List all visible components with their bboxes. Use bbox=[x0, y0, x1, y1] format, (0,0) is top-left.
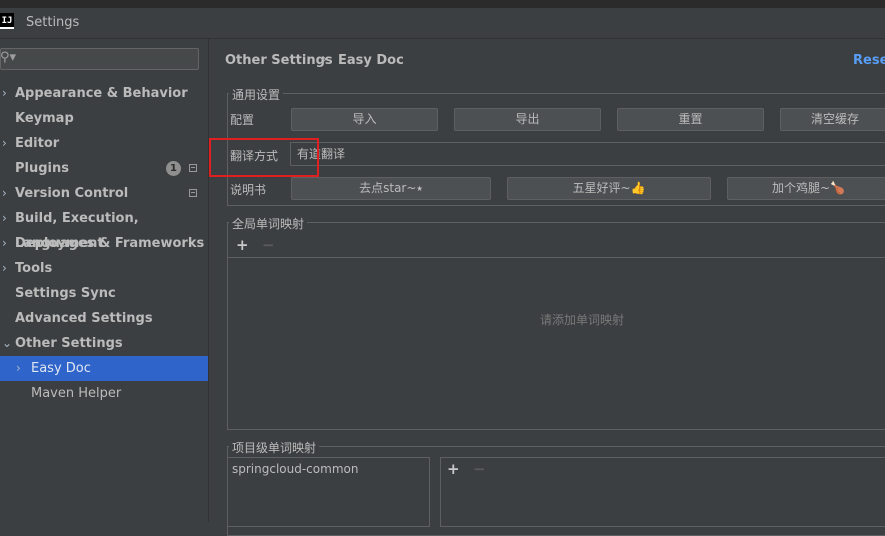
red-highlight-annotation bbox=[209, 138, 319, 177]
star-button[interactable]: 去点star~⭑ bbox=[291, 177, 491, 200]
list-item[interactable]: springcloud-common bbox=[232, 462, 358, 476]
title-bar bbox=[0, 8, 885, 39]
reset-config-button[interactable]: 重置 bbox=[617, 108, 764, 131]
sidebar-item-editor[interactable]: › Editor bbox=[0, 131, 208, 156]
remove-icon[interactable]: − bbox=[473, 462, 486, 477]
sidebar-item-label: Tools bbox=[15, 261, 53, 276]
sidebar-item-version-control[interactable]: › Version Control bbox=[0, 181, 208, 206]
manual-label: 说明书 bbox=[230, 183, 267, 197]
intellij-logo-icon: IJ bbox=[0, 13, 14, 29]
sidebar-item-label: Version Control bbox=[15, 186, 129, 201]
sidebar-item-label: Settings Sync bbox=[15, 286, 116, 301]
add-icon[interactable]: + bbox=[236, 238, 249, 253]
empty-state-text: 请添加单词映射 bbox=[540, 313, 625, 327]
chevron-right-icon: › bbox=[2, 136, 7, 150]
rate-button[interactable]: 五星好评~👍 bbox=[507, 177, 711, 200]
sidebar-item-maven-helper[interactable]: Maven Helper bbox=[0, 381, 208, 406]
chevron-down-icon: ⌄ bbox=[2, 336, 13, 350]
window-top-edge bbox=[0, 0, 885, 8]
project-mapping-table[interactable] bbox=[440, 457, 885, 527]
project-level-icon bbox=[189, 164, 197, 172]
sidebar-item-label: Other Settings bbox=[15, 336, 123, 351]
sidebar-item-label: Languages & Frameworks bbox=[15, 236, 205, 251]
sidebar-item-label: Keymap bbox=[15, 111, 74, 126]
clear-cache-button[interactable]: 清空缓存 bbox=[780, 108, 885, 131]
sidebar-item-label: Plugins bbox=[15, 161, 69, 176]
drumstick-button[interactable]: 加个鸡腿~🍗 bbox=[727, 177, 885, 200]
project-level-icon bbox=[189, 189, 197, 197]
import-button[interactable]: 导入 bbox=[291, 108, 438, 131]
sidebar-item-languages-frameworks[interactable]: › Languages & Frameworks bbox=[0, 231, 208, 256]
sidebar-item-settings-sync[interactable]: Settings Sync bbox=[0, 281, 208, 306]
sidebar-item-advanced-settings[interactable]: Advanced Settings bbox=[0, 306, 208, 331]
sidebar-item-label: Appearance & Behavior bbox=[15, 86, 188, 101]
breadcrumb-parent: Other Settings bbox=[225, 53, 333, 68]
sidebar-item-label: Maven Helper bbox=[31, 386, 122, 401]
sidebar-item-other-settings[interactable]: ⌄ Other Settings bbox=[0, 331, 208, 356]
window-title: Settings bbox=[26, 15, 80, 30]
chevron-right-icon: › bbox=[2, 86, 7, 100]
chevron-right-icon: › bbox=[16, 361, 21, 375]
sidebar-item-build-execution-deployment[interactable]: › Build, Execution, Deployment bbox=[0, 206, 208, 251]
sidebar-item-label: Easy Doc bbox=[31, 361, 91, 376]
remove-icon[interactable]: − bbox=[262, 238, 275, 253]
sidebar-item-appearance-behavior[interactable]: › Appearance & Behavior bbox=[0, 81, 208, 106]
reset-link[interactable]: Reset bbox=[853, 53, 885, 68]
breadcrumb-separator: › bbox=[322, 52, 328, 67]
general-settings-title: 通用设置 bbox=[229, 86, 284, 103]
global-mapping-title: 全局单词映射 bbox=[229, 215, 308, 232]
sidebar-item-tools[interactable]: › Tools bbox=[0, 256, 208, 281]
page-title: Easy Doc bbox=[338, 53, 404, 68]
search-icon: ⚲▾ bbox=[0, 50, 17, 65]
chevron-right-icon: › bbox=[2, 186, 7, 200]
search-input[interactable] bbox=[0, 48, 199, 70]
sidebar-item-label: Advanced Settings bbox=[15, 311, 153, 326]
update-count-badge: 1 bbox=[166, 161, 181, 176]
translate-method-select[interactable]: 有道翻译 bbox=[290, 142, 885, 166]
config-label: 配置 bbox=[230, 113, 255, 127]
sidebar-item-keymap[interactable]: Keymap bbox=[0, 106, 208, 131]
project-mapping-title: 项目级单词映射 bbox=[229, 439, 320, 456]
chevron-right-icon: › bbox=[2, 261, 7, 275]
add-icon[interactable]: + bbox=[447, 462, 460, 477]
chevron-right-icon: › bbox=[2, 236, 7, 250]
sidebar-item-plugins[interactable]: Plugins 1 bbox=[0, 156, 208, 181]
sidebar-item-easy-doc[interactable]: › Easy Doc bbox=[0, 356, 208, 381]
export-button[interactable]: 导出 bbox=[454, 108, 601, 131]
chevron-right-icon: › bbox=[2, 211, 7, 225]
sidebar-item-label: Editor bbox=[15, 136, 60, 151]
global-mapping-table[interactable] bbox=[228, 257, 885, 429]
